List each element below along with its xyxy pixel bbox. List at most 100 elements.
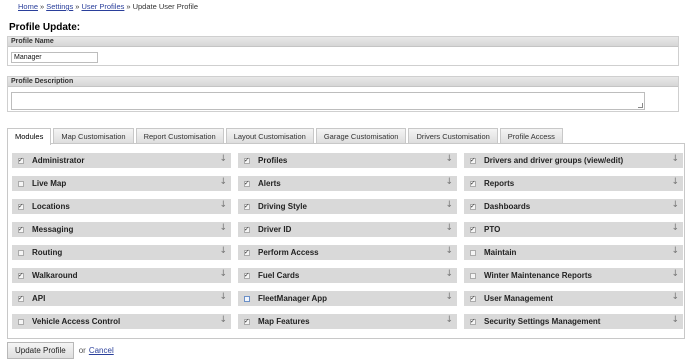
module-checkbox[interactable] — [18, 225, 24, 233]
arrow-down-icon[interactable]: ↓ — [671, 292, 679, 302]
module-checkbox[interactable] — [470, 225, 476, 233]
arrow-down-icon[interactable]: ↓ — [671, 269, 679, 279]
tab-modules[interactable]: Modules — [7, 128, 52, 145]
profile-name-input[interactable] — [11, 52, 98, 63]
arrow-down-icon[interactable]: ↓ — [671, 154, 679, 164]
arrow-down-icon[interactable]: ↓ — [219, 177, 227, 187]
arrow-down-icon[interactable]: ↓ — [219, 246, 227, 256]
arrow-down-icon[interactable]: ↓ — [219, 154, 227, 164]
module-item[interactable]: Live Map ↓ — [12, 176, 231, 191]
modules-panel: Administrator↓Profiles↓Drivers and drive… — [7, 143, 685, 339]
tab-report-customisation[interactable]: Report Customisation — [135, 128, 224, 144]
arrow-down-icon[interactable]: ↓ — [445, 200, 453, 210]
module-item[interactable]: Map Features ↓ — [238, 314, 457, 329]
module-checkbox[interactable] — [244, 156, 250, 164]
module-item[interactable]: Fuel Cards ↓ — [238, 268, 457, 283]
module-checkbox[interactable] — [470, 272, 476, 279]
breadcrumb-user-profiles-link[interactable]: User Profiles — [81, 2, 124, 11]
arrow-down-icon[interactable]: ↓ — [219, 292, 227, 302]
module-item[interactable]: Security Settings Management ↓ — [464, 314, 683, 329]
module-checkbox[interactable] — [244, 248, 250, 256]
module-item[interactable]: Driving Style ↓ — [238, 199, 457, 214]
module-checkbox[interactable] — [18, 180, 24, 187]
arrow-down-icon[interactable]: ↓ — [219, 315, 227, 325]
module-checkbox[interactable] — [470, 249, 476, 256]
module-item[interactable]: Administrator ↓ — [12, 153, 231, 168]
module-item[interactable]: Maintain ↓ — [464, 245, 683, 260]
module-label: Profiles — [258, 156, 288, 165]
module-item[interactable]: Vehicle Access Control ↓ — [12, 314, 231, 329]
tab-garage-customisation[interactable]: Garage Customisation — [315, 128, 407, 144]
module-item[interactable]: PTO ↓ — [464, 222, 683, 237]
module-checkbox[interactable] — [18, 156, 24, 164]
module-checkbox[interactable] — [244, 202, 250, 210]
tab-map-customisation[interactable]: Map Customisation — [53, 128, 134, 144]
module-item[interactable]: User Management ↓ — [464, 291, 683, 306]
arrow-down-icon[interactable]: ↓ — [445, 292, 453, 302]
module-item[interactable]: Drivers and driver groups (view/edit) ↓ — [464, 153, 683, 168]
module-checkbox[interactable] — [470, 294, 476, 302]
module-checkbox[interactable] — [470, 317, 476, 325]
module-checkbox[interactable] — [244, 225, 250, 233]
module-item[interactable]: FleetManager App ↓ — [238, 291, 457, 306]
arrow-down-icon[interactable]: ↓ — [671, 200, 679, 210]
module-item[interactable]: Perform Access ↓ — [238, 245, 457, 260]
arrow-down-icon[interactable]: ↓ — [219, 200, 227, 210]
module-item[interactable]: Profiles ↓ — [238, 153, 457, 168]
module-label: FleetManager App — [258, 294, 328, 303]
module-item[interactable]: Reports ↓ — [464, 176, 683, 191]
module-label: Alerts — [258, 179, 281, 188]
arrow-down-icon[interactable]: ↓ — [445, 269, 453, 279]
module-item[interactable]: Routing ↓ — [12, 245, 231, 260]
modules-grid: Administrator↓Profiles↓Drivers and drive… — [12, 153, 683, 329]
module-checkbox[interactable] — [244, 317, 250, 325]
module-label: Maintain — [484, 248, 517, 257]
module-checkbox[interactable] — [18, 294, 24, 302]
update-profile-button[interactable]: Update Profile — [7, 342, 74, 359]
breadcrumb-settings-link[interactable]: Settings — [46, 2, 73, 11]
module-item[interactable]: API ↓ — [12, 291, 231, 306]
module-checkbox[interactable] — [18, 202, 24, 210]
module-checkbox[interactable] — [18, 271, 24, 279]
module-checkbox[interactable] — [470, 202, 476, 210]
arrow-down-icon[interactable]: ↓ — [445, 223, 453, 233]
module-checkbox[interactable] — [18, 318, 24, 325]
module-item[interactable]: Messaging ↓ — [12, 222, 231, 237]
cancel-link[interactable]: Cancel — [89, 346, 114, 355]
tab-layout-customisation[interactable]: Layout Customisation — [225, 128, 314, 144]
module-item[interactable]: Driver ID ↓ — [238, 222, 457, 237]
module-item[interactable]: Walkaround ↓ — [12, 268, 231, 283]
tab-drivers-customisation[interactable]: Drivers Customisation — [408, 128, 498, 144]
module-label: Live Map — [32, 179, 67, 188]
module-checkbox[interactable] — [244, 295, 250, 302]
arrow-down-icon[interactable]: ↓ — [671, 315, 679, 325]
module-label: Drivers and driver groups (view/edit) — [484, 156, 624, 165]
module-label: Routing — [32, 248, 63, 257]
module-item[interactable]: Locations ↓ — [12, 199, 231, 214]
arrow-down-icon[interactable]: ↓ — [445, 246, 453, 256]
arrow-down-icon[interactable]: ↓ — [671, 223, 679, 233]
breadcrumb-home-link[interactable]: Home — [18, 2, 38, 11]
module-checkbox[interactable] — [470, 179, 476, 187]
module-checkbox[interactable] — [470, 156, 476, 164]
arrow-down-icon[interactable]: ↓ — [671, 246, 679, 256]
module-checkbox[interactable] — [18, 249, 24, 256]
module-item[interactable]: Alerts ↓ — [238, 176, 457, 191]
profile-description-textarea[interactable] — [11, 92, 645, 110]
module-item[interactable]: Winter Maintenance Reports ↓ — [464, 268, 683, 283]
module-checkbox[interactable] — [244, 179, 250, 187]
arrow-down-icon[interactable]: ↓ — [671, 177, 679, 187]
arrow-down-icon[interactable]: ↓ — [219, 269, 227, 279]
arrow-down-icon[interactable]: ↓ — [445, 177, 453, 187]
module-checkbox[interactable] — [244, 271, 250, 279]
module-item[interactable]: Dashboards ↓ — [464, 199, 683, 214]
arrow-down-icon[interactable]: ↓ — [219, 223, 227, 233]
breadcrumb-separator: » — [126, 2, 131, 11]
tab-profile-access[interactable]: Profile Access — [499, 128, 563, 144]
profile-name-section: Profile Name — [7, 36, 679, 66]
module-label: Messaging — [32, 225, 74, 234]
arrow-down-icon[interactable]: ↓ — [445, 315, 453, 325]
arrow-down-icon[interactable]: ↓ — [445, 154, 453, 164]
module-label: Map Features — [258, 317, 310, 326]
resize-grip-icon[interactable] — [638, 103, 643, 108]
